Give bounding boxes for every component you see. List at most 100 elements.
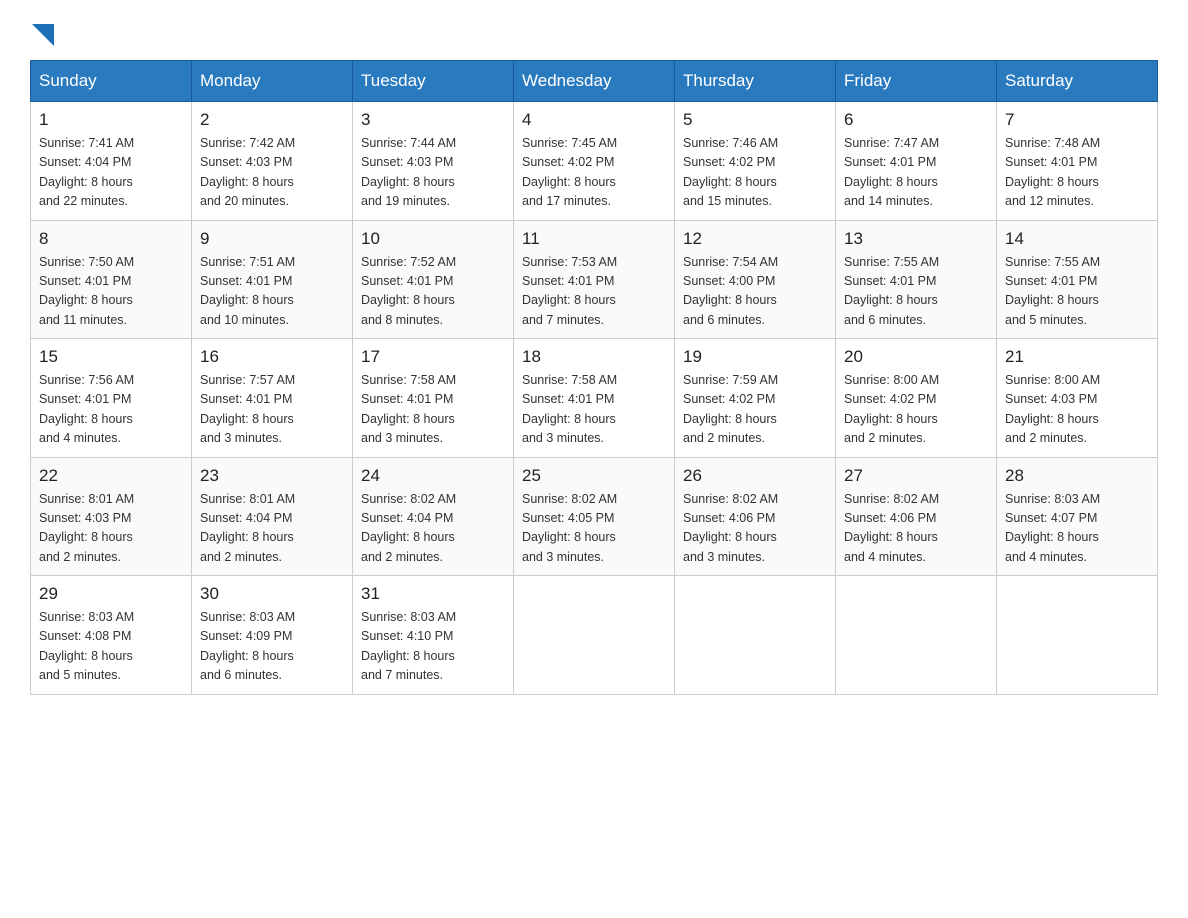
day-number: 4 [522,110,666,130]
day-info: Sunrise: 8:03 AMSunset: 4:09 PMDaylight:… [200,608,344,686]
logo-arrow-icon [32,24,54,46]
calendar-cell: 8 Sunrise: 7:50 AMSunset: 4:01 PMDayligh… [31,220,192,339]
day-info: Sunrise: 8:02 AMSunset: 4:06 PMDaylight:… [683,490,827,568]
calendar-cell: 30 Sunrise: 8:03 AMSunset: 4:09 PMDaylig… [192,576,353,695]
calendar-cell: 9 Sunrise: 7:51 AMSunset: 4:01 PMDayligh… [192,220,353,339]
day-number: 16 [200,347,344,367]
calendar-cell: 27 Sunrise: 8:02 AMSunset: 4:06 PMDaylig… [836,457,997,576]
day-info: Sunrise: 7:53 AMSunset: 4:01 PMDaylight:… [522,253,666,331]
weekday-header-row: SundayMondayTuesdayWednesdayThursdayFrid… [31,61,1158,102]
day-number: 18 [522,347,666,367]
calendar-cell: 15 Sunrise: 7:56 AMSunset: 4:01 PMDaylig… [31,339,192,458]
day-info: Sunrise: 7:58 AMSunset: 4:01 PMDaylight:… [361,371,505,449]
day-number: 15 [39,347,183,367]
day-info: Sunrise: 8:00 AMSunset: 4:02 PMDaylight:… [844,371,988,449]
calendar-cell: 2 Sunrise: 7:42 AMSunset: 4:03 PMDayligh… [192,102,353,221]
calendar-cell: 22 Sunrise: 8:01 AMSunset: 4:03 PMDaylig… [31,457,192,576]
logo [30,20,54,40]
day-info: Sunrise: 7:46 AMSunset: 4:02 PMDaylight:… [683,134,827,212]
day-info: Sunrise: 7:57 AMSunset: 4:01 PMDaylight:… [200,371,344,449]
day-number: 1 [39,110,183,130]
calendar-cell: 19 Sunrise: 7:59 AMSunset: 4:02 PMDaylig… [675,339,836,458]
day-info: Sunrise: 7:58 AMSunset: 4:01 PMDaylight:… [522,371,666,449]
header-wednesday: Wednesday [514,61,675,102]
day-info: Sunrise: 7:48 AMSunset: 4:01 PMDaylight:… [1005,134,1149,212]
calendar-cell: 3 Sunrise: 7:44 AMSunset: 4:03 PMDayligh… [353,102,514,221]
day-info: Sunrise: 7:55 AMSunset: 4:01 PMDaylight:… [844,253,988,331]
day-info: Sunrise: 8:01 AMSunset: 4:04 PMDaylight:… [200,490,344,568]
calendar-cell: 11 Sunrise: 7:53 AMSunset: 4:01 PMDaylig… [514,220,675,339]
day-number: 12 [683,229,827,249]
calendar-cell: 20 Sunrise: 8:00 AMSunset: 4:02 PMDaylig… [836,339,997,458]
day-info: Sunrise: 7:44 AMSunset: 4:03 PMDaylight:… [361,134,505,212]
header-monday: Monday [192,61,353,102]
day-number: 29 [39,584,183,604]
day-number: 20 [844,347,988,367]
calendar-cell: 17 Sunrise: 7:58 AMSunset: 4:01 PMDaylig… [353,339,514,458]
day-number: 22 [39,466,183,486]
day-info: Sunrise: 8:02 AMSunset: 4:06 PMDaylight:… [844,490,988,568]
day-info: Sunrise: 8:00 AMSunset: 4:03 PMDaylight:… [1005,371,1149,449]
day-number: 10 [361,229,505,249]
calendar-cell: 25 Sunrise: 8:02 AMSunset: 4:05 PMDaylig… [514,457,675,576]
day-info: Sunrise: 7:54 AMSunset: 4:00 PMDaylight:… [683,253,827,331]
day-number: 2 [200,110,344,130]
calendar-cell: 4 Sunrise: 7:45 AMSunset: 4:02 PMDayligh… [514,102,675,221]
day-number: 26 [683,466,827,486]
calendar-cell: 1 Sunrise: 7:41 AMSunset: 4:04 PMDayligh… [31,102,192,221]
day-info: Sunrise: 7:51 AMSunset: 4:01 PMDaylight:… [200,253,344,331]
day-number: 11 [522,229,666,249]
calendar-cell: 10 Sunrise: 7:52 AMSunset: 4:01 PMDaylig… [353,220,514,339]
calendar-cell [675,576,836,695]
day-info: Sunrise: 8:03 AMSunset: 4:10 PMDaylight:… [361,608,505,686]
day-number: 24 [361,466,505,486]
week-row-2: 8 Sunrise: 7:50 AMSunset: 4:01 PMDayligh… [31,220,1158,339]
day-number: 9 [200,229,344,249]
day-info: Sunrise: 8:02 AMSunset: 4:04 PMDaylight:… [361,490,505,568]
day-info: Sunrise: 7:55 AMSunset: 4:01 PMDaylight:… [1005,253,1149,331]
week-row-5: 29 Sunrise: 8:03 AMSunset: 4:08 PMDaylig… [31,576,1158,695]
calendar-cell: 28 Sunrise: 8:03 AMSunset: 4:07 PMDaylig… [997,457,1158,576]
day-number: 6 [844,110,988,130]
day-info: Sunrise: 7:56 AMSunset: 4:01 PMDaylight:… [39,371,183,449]
calendar-cell [997,576,1158,695]
day-number: 3 [361,110,505,130]
day-number: 5 [683,110,827,130]
week-row-1: 1 Sunrise: 7:41 AMSunset: 4:04 PMDayligh… [31,102,1158,221]
calendar-table: SundayMondayTuesdayWednesdayThursdayFrid… [30,60,1158,695]
week-row-4: 22 Sunrise: 8:01 AMSunset: 4:03 PMDaylig… [31,457,1158,576]
calendar-cell [514,576,675,695]
day-number: 14 [1005,229,1149,249]
day-info: Sunrise: 7:42 AMSunset: 4:03 PMDaylight:… [200,134,344,212]
header-sunday: Sunday [31,61,192,102]
day-number: 30 [200,584,344,604]
header-saturday: Saturday [997,61,1158,102]
day-number: 28 [1005,466,1149,486]
page-header [30,20,1158,40]
day-info: Sunrise: 7:52 AMSunset: 4:01 PMDaylight:… [361,253,505,331]
day-info: Sunrise: 8:01 AMSunset: 4:03 PMDaylight:… [39,490,183,568]
day-number: 7 [1005,110,1149,130]
day-number: 31 [361,584,505,604]
calendar-cell: 7 Sunrise: 7:48 AMSunset: 4:01 PMDayligh… [997,102,1158,221]
day-number: 19 [683,347,827,367]
day-info: Sunrise: 7:59 AMSunset: 4:02 PMDaylight:… [683,371,827,449]
day-info: Sunrise: 7:41 AMSunset: 4:04 PMDaylight:… [39,134,183,212]
day-number: 25 [522,466,666,486]
calendar-cell: 26 Sunrise: 8:02 AMSunset: 4:06 PMDaylig… [675,457,836,576]
header-thursday: Thursday [675,61,836,102]
day-info: Sunrise: 7:45 AMSunset: 4:02 PMDaylight:… [522,134,666,212]
day-info: Sunrise: 7:50 AMSunset: 4:01 PMDaylight:… [39,253,183,331]
day-info: Sunrise: 7:47 AMSunset: 4:01 PMDaylight:… [844,134,988,212]
calendar-cell: 6 Sunrise: 7:47 AMSunset: 4:01 PMDayligh… [836,102,997,221]
calendar-cell: 21 Sunrise: 8:00 AMSunset: 4:03 PMDaylig… [997,339,1158,458]
calendar-cell: 5 Sunrise: 7:46 AMSunset: 4:02 PMDayligh… [675,102,836,221]
calendar-cell: 18 Sunrise: 7:58 AMSunset: 4:01 PMDaylig… [514,339,675,458]
calendar-cell: 24 Sunrise: 8:02 AMSunset: 4:04 PMDaylig… [353,457,514,576]
calendar-cell: 23 Sunrise: 8:01 AMSunset: 4:04 PMDaylig… [192,457,353,576]
week-row-3: 15 Sunrise: 7:56 AMSunset: 4:01 PMDaylig… [31,339,1158,458]
day-number: 13 [844,229,988,249]
calendar-cell: 14 Sunrise: 7:55 AMSunset: 4:01 PMDaylig… [997,220,1158,339]
calendar-cell: 12 Sunrise: 7:54 AMSunset: 4:00 PMDaylig… [675,220,836,339]
day-info: Sunrise: 8:03 AMSunset: 4:08 PMDaylight:… [39,608,183,686]
